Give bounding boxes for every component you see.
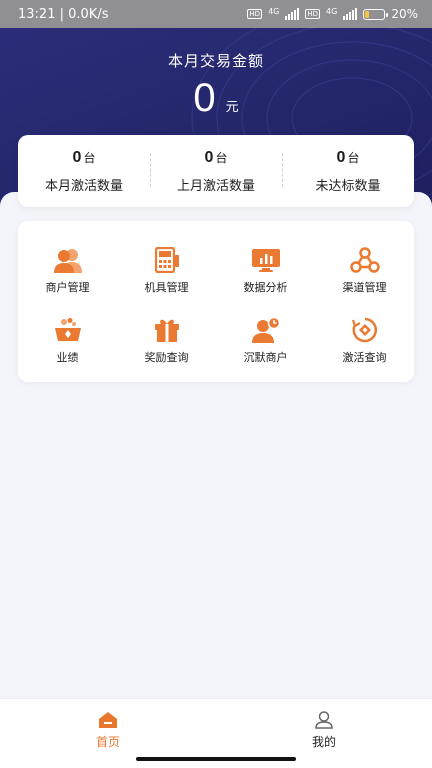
menu-activation-query[interactable]: 激活查询 [315,301,414,371]
stat-value: 0 [204,148,214,166]
stat-label: 本月激活数量 [44,178,123,194]
menu-label: 业绩 [56,351,79,364]
nav-label: 首页 [95,735,120,749]
performance-basket-icon [54,318,81,341]
status-left: 13:21 | 0.0K/s [18,6,109,22]
activation-query-icon [351,317,377,343]
nav-label: 我的 [311,735,336,749]
menu-label: 数据分析 [243,281,288,294]
feature-menu: 商户管理 机具管理 数据分析 渠道管理 业绩 奖励查询 沉默商户 激活查询 [18,221,414,382]
menu-label: 机具管理 [144,281,189,294]
stat-this-month-activations[interactable]: 0台 本月激活数量 [18,149,150,194]
menu-label: 奖励查询 [144,351,189,364]
stats-card: 0台 本月激活数量 0台 上月激活数量 0台 未达标数量 [18,135,414,207]
stat-unit: 台 [347,150,360,165]
silent-merchant-icon [251,317,280,343]
profile-icon [315,711,333,729]
signal-icon [285,8,300,20]
channel-network-icon [349,247,380,273]
amount-value: 0 [193,76,216,120]
hd-badge: HD [305,9,321,19]
menu-label: 商户管理 [45,281,90,294]
menu-data-analysis[interactable]: 数据分析 [216,231,315,301]
menu-device-management[interactable]: 机具管理 [117,231,216,301]
home-icon [99,712,117,728]
battery-level [365,10,369,18]
stat-value: 0 [72,148,82,166]
amount-unit: 元 [225,100,239,115]
menu-label: 沉默商户 [243,351,288,364]
menu-label: 渠道管理 [342,281,387,294]
stat-unqualified[interactable]: 0台 未达标数量 [282,149,414,194]
pos-terminal-icon [154,247,179,273]
menu-silent-merchants[interactable]: 沉默商户 [216,301,315,371]
menu-reward-query[interactable]: 奖励查询 [117,301,216,371]
stat-unit: 台 [215,150,228,165]
status-bar: 13:21 | 0.0K/s HD 4G HD 4G 20% [0,0,432,28]
stat-label: 上月激活数量 [176,178,255,194]
network-speed: 0.0K/s [68,6,109,22]
network-type: 4G [326,6,338,16]
menu-performance[interactable]: 业绩 [18,301,117,371]
data-chart-icon [251,249,280,272]
menu-merchant-management[interactable]: 商户管理 [18,231,117,301]
status-right: HD 4G HD 4G 20% [247,7,418,21]
network-type: 4G [268,6,280,16]
battery-percent: 20% [391,7,418,21]
stat-label: 未达标数量 [315,178,381,194]
stat-value: 0 [336,148,346,166]
stat-last-month-activations[interactable]: 0台 上月激活数量 [150,149,282,194]
home-indicator[interactable] [136,757,296,761]
signal-icon [343,8,358,20]
merchants-icon [53,249,82,273]
battery-icon [363,8,389,20]
monthly-amount: 0元 [0,76,432,121]
menu-channel-management[interactable]: 渠道管理 [315,231,414,301]
status-time: 13:21 [18,6,56,22]
hd-badge: HD [247,9,263,19]
stat-unit: 台 [83,150,96,165]
monthly-amount-title: 本月交易金额 [167,52,264,70]
gift-icon [154,319,179,342]
menu-label: 激活查询 [342,351,387,364]
